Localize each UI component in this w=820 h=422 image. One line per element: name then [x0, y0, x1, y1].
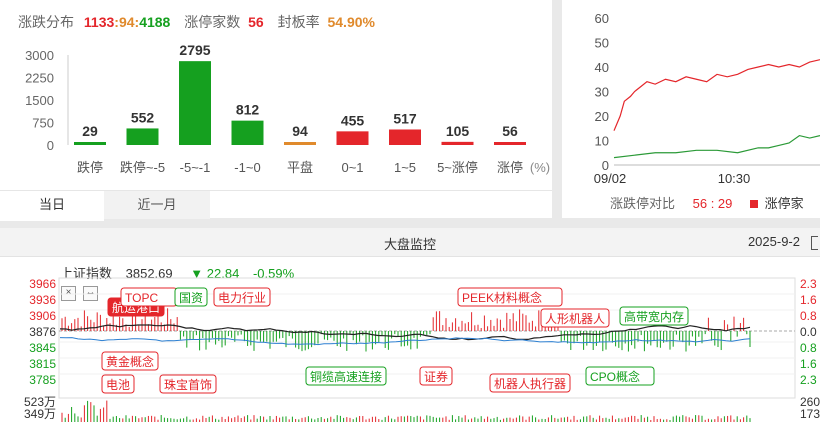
left-axis-label: 3936	[29, 293, 56, 307]
bar-value-label: 56	[502, 123, 518, 139]
y-tick-label: 3000	[25, 48, 54, 63]
bar-value-label: 812	[236, 102, 260, 118]
y-tick-label: 40	[595, 60, 609, 75]
breadth-bar-chart: 0 750 1500 2250 3000 29 跌停 552 跌停~-5 2795 -5~-1 812…	[25, 42, 550, 175]
concept-tag-label: 电力行业	[218, 291, 266, 305]
concept-tag-label: 珠宝首饰	[164, 378, 212, 392]
y-tick-label: 750	[32, 116, 54, 131]
concept-tag-label: CPO概念	[590, 369, 640, 384]
y-tick-label: 30	[595, 85, 609, 100]
y-tick-label: 60	[595, 11, 609, 26]
bar-value-label: 94	[292, 123, 308, 139]
intraday-index-chart: 3966 3936 3906 3876 3845 3815 3785 2.3 1.6 0.8 0.0…	[24, 277, 820, 422]
y-tick-label: 50	[595, 36, 609, 51]
category-label: 1~5	[394, 160, 416, 175]
concept-tag-label: 铜缆高速连接	[310, 369, 382, 384]
concept-tag-label: 黄金概念	[106, 354, 154, 369]
unit-label: (%)	[530, 160, 550, 175]
category-label: 平盘	[287, 160, 313, 175]
concept-tag-label: 机器人执行器	[494, 377, 566, 391]
limit-ratio-chart: 010203040506009/02 10:30	[594, 11, 820, 186]
breadth-panel: 涨跌分布 1133:94:4188 涨停家数 56 封板率 54.90% 0 75…	[0, 0, 552, 221]
limit-ratio-panel: 0 10 20 30 40 50 60 09/02 10:30 涨跌停对比 56 : 29 涨停…	[562, 0, 820, 218]
right-axis-label: 0.0	[800, 325, 817, 339]
ratio-legend-series: 涨停家	[764, 196, 804, 211]
monitor-header: 大盘监控 2025-9-2	[0, 228, 820, 257]
right-axis-label: 2.3	[800, 373, 817, 387]
left-axis-label: 3966	[29, 277, 56, 291]
bar	[231, 120, 264, 145]
category-label: 涨停	[497, 160, 523, 175]
concept-tag-label: TOPC	[125, 291, 158, 305]
y-tick-label: 0	[47, 138, 54, 153]
concept-tag-label: 高带宽内存	[624, 309, 684, 324]
category-label: -5~-1	[180, 160, 211, 175]
left-axis-label: 3845	[29, 341, 56, 355]
bar	[441, 141, 474, 145]
bar-value-label: 517	[393, 110, 417, 126]
right-axis-label: 0.8	[800, 341, 817, 355]
concept-tag-label: PEEK材料概念	[462, 290, 542, 305]
bar-value-label: 2795	[179, 42, 210, 58]
category-label: 0~1	[341, 160, 363, 175]
bar-value-label: 455	[341, 112, 365, 128]
y-tick-label: 10	[595, 134, 609, 149]
breadth-tabs: 当日 近一月	[0, 190, 552, 221]
ratio-legend-label: 涨跌停对比	[610, 196, 676, 211]
concept-tag-label: 电池	[106, 378, 130, 392]
category-label: -1~0	[234, 160, 260, 175]
right-axis-label: 1.6	[800, 293, 817, 307]
left-axis-label: 3785	[29, 373, 56, 387]
y-tick-label: 2250	[25, 71, 54, 86]
bar	[179, 61, 211, 145]
left-axis-label: 3876	[29, 325, 56, 339]
volume-axis-label: 349万	[24, 407, 56, 421]
concept-tag-label: 证券	[424, 369, 448, 384]
index-average-line	[59, 337, 751, 346]
category-label: 跌停~-5	[120, 160, 165, 175]
category-label: 5~涨停	[437, 160, 478, 175]
tab-today[interactable]: 当日	[0, 191, 104, 221]
bar-value-label: 105	[446, 123, 470, 139]
right-axis-label: 2.3	[800, 277, 817, 291]
bar	[126, 128, 159, 145]
monitor-date[interactable]: 2025-9-2	[748, 234, 800, 249]
left-axis-label: 3815	[29, 357, 56, 371]
bar-value-label: 29	[82, 123, 98, 139]
concept-tag-label: 人形机器人	[545, 312, 605, 326]
limit-up-line	[613, 59, 820, 131]
index-price-line	[59, 324, 751, 341]
volume-right-label: 173	[800, 407, 820, 421]
tab-recent-month[interactable]: 近一月	[104, 191, 210, 219]
left-axis-label: 3906	[29, 309, 56, 323]
right-axis-label: 0.8	[800, 309, 817, 323]
monitor-title: 大盘监控	[383, 237, 436, 252]
concept-tag-label: 国资	[179, 291, 203, 305]
x-tick-label: 10:30	[718, 171, 751, 186]
y-tick-label: 20	[595, 109, 609, 124]
bar	[284, 142, 316, 145]
right-axis-label: 1.6	[800, 357, 817, 371]
bar-value-label: 552	[131, 109, 155, 125]
bar	[389, 129, 421, 145]
limit-down-line	[613, 134, 820, 159]
y-tick-label: 1500	[25, 93, 54, 108]
bar	[74, 142, 106, 145]
bar	[494, 142, 526, 145]
expand-icon[interactable]	[811, 236, 818, 250]
x-tick-label: 09/02	[594, 171, 627, 186]
category-label: 跌停	[77, 160, 103, 175]
ratio-legend-swatch	[750, 200, 759, 208]
index-monitor-panel: 大盘监控 2025-9-2 上证指数 3852.69 ▼ 22.84 -0.59…	[0, 228, 820, 422]
ratio-legend: 涨跌停对比 56 : 29 涨停家	[610, 193, 804, 212]
bar	[336, 131, 369, 145]
ratio-legend-value: 56 : 29	[692, 196, 733, 211]
